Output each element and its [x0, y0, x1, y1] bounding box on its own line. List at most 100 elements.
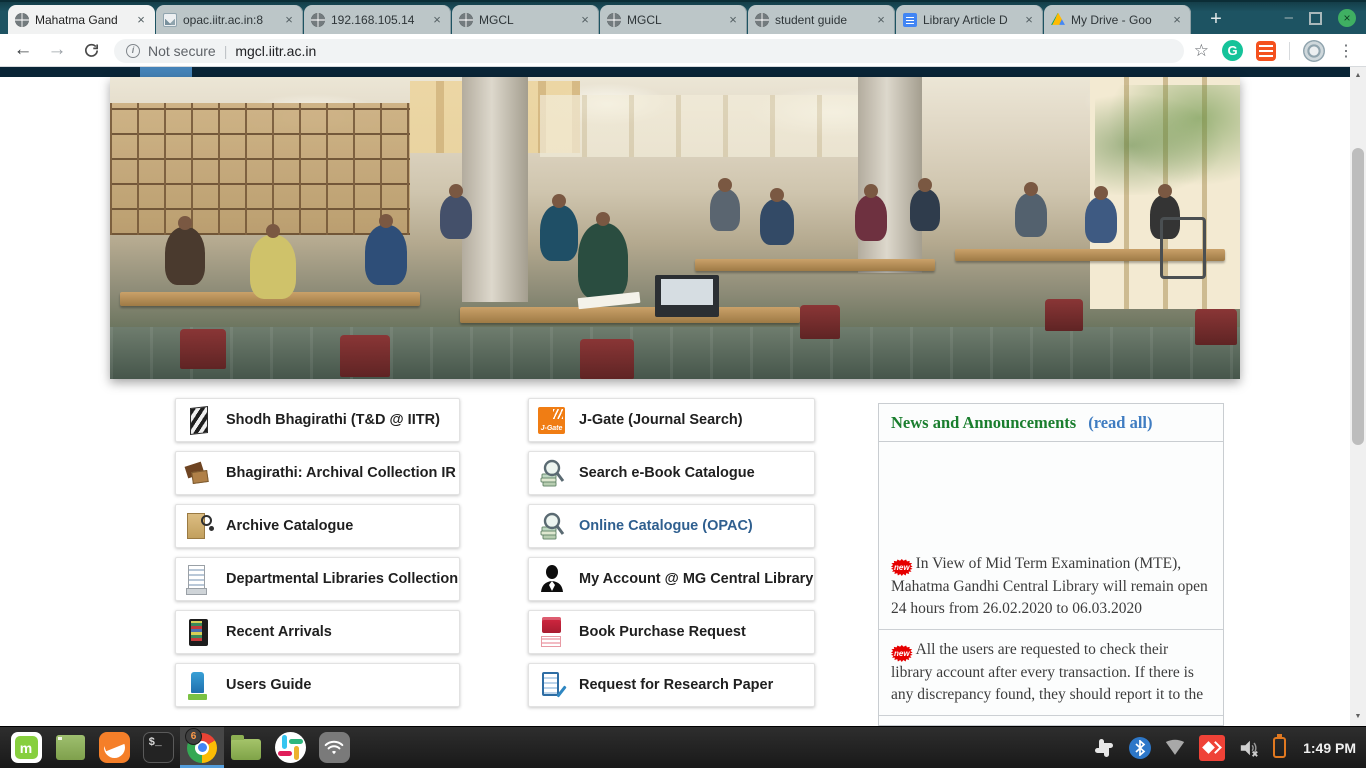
info-icon[interactable]: i — [126, 44, 140, 58]
quicklink-ebook-catalogue[interactable]: Search e-Book Catalogue — [528, 451, 815, 495]
volume-muted-icon[interactable] — [1238, 738, 1260, 758]
quicklink-shodh-bhagirathi[interactable]: Shodh Bhagirathi (T&D @ IITR) — [175, 398, 460, 442]
grammarly-extension-icon[interactable]: G — [1222, 40, 1243, 61]
photo-chair — [800, 305, 840, 339]
url-field[interactable]: i Not secure | mgcl.iitr.ac.in — [114, 39, 1184, 63]
photo-person — [760, 199, 794, 245]
network-settings-launcher[interactable] — [312, 727, 356, 768]
tab-title: Mahatma Gand — [35, 13, 128, 27]
globe-favicon — [607, 13, 621, 27]
person-icon — [538, 563, 565, 595]
scroll-down-arrow[interactable]: ▼ — [1350, 710, 1366, 724]
book-search-icon — [538, 510, 565, 542]
close-icon[interactable]: × — [282, 12, 296, 27]
url-text: mgcl.iitr.ac.in — [235, 43, 316, 59]
quicklink-label: Shodh Bhagirathi (T&D @ IITR) — [226, 412, 440, 428]
quicklink-users-guide[interactable]: Users Guide — [175, 663, 460, 707]
browser-tab-mahatma[interactable]: Mahatma Gand × — [8, 5, 155, 34]
browser-tab-ip[interactable]: 192.168.105.14 × — [304, 5, 451, 34]
photo-back-windows — [540, 95, 870, 157]
tab-title: MGCL — [627, 13, 720, 27]
browser-tab-library-article[interactable]: Library Article D × — [896, 5, 1043, 34]
firefox-launcher[interactable] — [92, 727, 136, 768]
mint-logo-icon: m — [11, 732, 42, 763]
quicklink-research-paper[interactable]: Request for Research Paper — [528, 663, 815, 707]
address-bar: ← → i Not secure | mgcl.iitr.ac.in ☆ G ⋮ — [0, 34, 1366, 67]
restore-button[interactable] — [1309, 12, 1322, 25]
minimize-button[interactable]: – — [1285, 13, 1293, 23]
quicklink-opac[interactable]: Online Catalogue (OPAC) — [528, 504, 815, 548]
book-stack-icon — [185, 404, 212, 436]
scroll-up-arrow[interactable]: ▲ — [1350, 69, 1366, 83]
terminal-launcher[interactable]: $_ — [136, 727, 180, 768]
quicklink-book-purchase[interactable]: Book Purchase Request — [528, 610, 815, 654]
reload-button[interactable] — [74, 42, 108, 59]
mint-menu-button[interactable]: m — [4, 727, 48, 768]
photo-chair — [1045, 299, 1083, 331]
tab-title: My Drive - Goo — [1071, 13, 1164, 27]
close-icon[interactable]: × — [874, 12, 888, 27]
browser-tab-opac[interactable]: opac.iitr.ac.in:8 × — [156, 5, 303, 34]
url-separator: | — [224, 43, 228, 59]
quicklink-recent-arrivals[interactable]: Recent Arrivals — [175, 610, 460, 654]
quicklink-archive-catalogue[interactable]: Archive Catalogue — [175, 504, 460, 548]
active-nav-item-remnant[interactable] — [140, 67, 192, 77]
terminal-icon: $_ — [143, 732, 174, 763]
quicklink-jgate[interactable]: J-Gate J-Gate (Journal Search) — [528, 398, 815, 442]
bluetooth-icon[interactable] — [1129, 737, 1151, 759]
battery-icon[interactable] — [1273, 737, 1286, 758]
clipboard-pen-icon — [538, 669, 565, 701]
folder-icon — [231, 739, 261, 760]
quick-links-column-1: Shodh Bhagirathi (T&D @ IITR) Bhagirathi… — [175, 398, 460, 707]
quicklink-label: Recent Arrivals — [226, 624, 332, 640]
slack-tray-icon[interactable] — [1092, 736, 1116, 760]
read-all-link[interactable]: (read all) — [1088, 413, 1152, 433]
photo-person — [440, 195, 472, 239]
quicklink-my-account[interactable]: My Account @ MG Central Library — [528, 557, 815, 601]
kiosk-icon — [185, 669, 212, 701]
bookmark-star-icon[interactable]: ☆ — [1194, 41, 1209, 61]
new-tab-button[interactable]: + — [1202, 5, 1230, 33]
show-desktop-button[interactable] — [48, 727, 92, 768]
wifi-icon — [319, 732, 350, 763]
back-button[interactable]: ← — [6, 39, 40, 61]
globe-favicon — [15, 13, 29, 27]
chrome-window-button[interactable]: 6 — [180, 727, 224, 768]
anydesk-icon[interactable] — [1199, 735, 1225, 761]
close-icon[interactable]: × — [430, 12, 444, 27]
desktop-icon — [56, 735, 85, 760]
window-controls: – × — [1285, 2, 1356, 34]
close-icon[interactable]: × — [726, 12, 740, 27]
slack-launcher[interactable] — [268, 727, 312, 768]
close-icon[interactable]: × — [134, 12, 148, 27]
window-close-button[interactable]: × — [1338, 9, 1356, 27]
close-icon[interactable]: × — [578, 12, 592, 27]
file-manager-launcher[interactable] — [224, 727, 268, 768]
photo-chair-frame — [1160, 217, 1206, 279]
browser-tab-my-drive[interactable]: My Drive - Goo × — [1044, 5, 1191, 34]
quicklink-label: Departmental Libraries Collection — [226, 571, 458, 587]
close-icon[interactable]: × — [1170, 12, 1184, 27]
browser-tab-mgcl-2[interactable]: MGCL × — [600, 5, 747, 34]
scrollbar-thumb[interactable] — [1352, 148, 1364, 445]
photo-chair — [580, 339, 634, 379]
photo-person — [540, 205, 578, 261]
orange-extension-icon[interactable] — [1256, 41, 1276, 61]
browser-tab-student-guide[interactable]: student guide × — [748, 5, 895, 34]
quicklink-archival-collection[interactable]: Bhagirathi: Archival Collection IR — [175, 451, 460, 495]
quicklink-label: Bhagirathi: Archival Collection IR — [226, 465, 456, 481]
quicklink-departmental-libraries[interactable]: Departmental Libraries Collection — [175, 557, 460, 601]
page-scrollbar[interactable]: ▲ ▼ — [1350, 67, 1366, 726]
taskbar-clock[interactable]: 1:49 PM — [1303, 740, 1356, 756]
browser-tab-mgcl-1[interactable]: MGCL × — [452, 5, 599, 34]
library-photo — [110, 77, 1240, 379]
system-tray: 1:49 PM — [1092, 727, 1366, 768]
photo-person — [250, 235, 296, 299]
close-icon[interactable]: × — [1022, 12, 1036, 27]
browser-menu-icon[interactable]: ⋮ — [1338, 41, 1354, 61]
forward-button[interactable]: → — [40, 39, 74, 61]
photo-trees — [1095, 85, 1240, 195]
globe-favicon — [459, 13, 473, 27]
wifi-signal-icon[interactable] — [1164, 739, 1186, 756]
profile-avatar[interactable] — [1303, 40, 1325, 62]
